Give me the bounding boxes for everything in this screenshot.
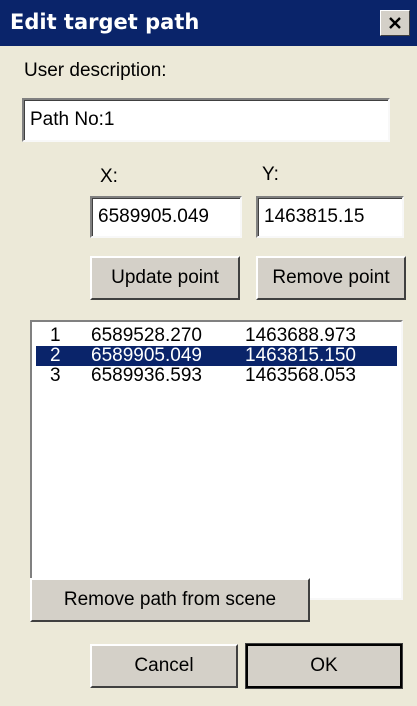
remove-point-button[interactable]: Remove point [256,256,406,300]
remove-path-label: Remove path from scene [63,589,277,610]
point-x-value: 6589528.270 [91,325,202,346]
x-coordinate-value: 6589905.049 [98,206,209,227]
title-bar[interactable]: Edit target path [0,0,417,46]
point-x-value: 6589905.049 [91,345,202,366]
list-item[interactable]: 3 6589936.593 1463568.053 [36,366,397,386]
ok-label: OK [310,655,338,676]
edit-target-path-dialog: Edit target path User description: Path … [0,0,417,706]
dialog-title: Edit target path [10,10,200,34]
point-index: 2 [50,345,61,366]
update-point-label: Update point [111,267,219,288]
point-x-value: 6589936.593 [91,365,202,386]
remove-point-label: Remove point [272,267,390,288]
ok-button[interactable]: OK [245,643,403,689]
y-coordinate-input[interactable]: 1463815.15 [256,196,404,238]
user-description-input[interactable]: Path No:1 [22,98,390,142]
y-label: Y: [262,164,279,185]
cancel-label: Cancel [134,655,194,676]
update-point-button[interactable]: Update point [90,256,240,300]
point-y-value: 1463688.973 [245,325,356,346]
user-description-value: Path No:1 [30,109,115,130]
close-icon [389,17,401,29]
y-coordinate-value: 1463815.15 [264,206,365,227]
remove-path-button[interactable]: Remove path from scene [30,578,310,622]
close-button[interactable] [380,10,410,36]
point-y-value: 1463815.150 [245,345,356,366]
x-coordinate-input[interactable]: 6589905.049 [90,196,242,238]
point-y-value: 1463568.053 [245,365,356,386]
list-item[interactable]: 2 6589905.049 1463815.150 [36,346,397,366]
cancel-button[interactable]: Cancel [90,644,238,688]
point-index: 3 [50,365,61,386]
points-list: 1 6589528.270 1463688.973 2 6589905.049 14638… [32,326,401,386]
x-label: X: [100,166,118,187]
list-item[interactable]: 1 6589528.270 1463688.973 [36,326,397,346]
point-index: 1 [50,325,61,346]
points-listbox[interactable]: 1 6589528.270 1463688.973 2 6589905.049 14638… [30,320,403,600]
user-description-label: User description: [24,60,167,81]
